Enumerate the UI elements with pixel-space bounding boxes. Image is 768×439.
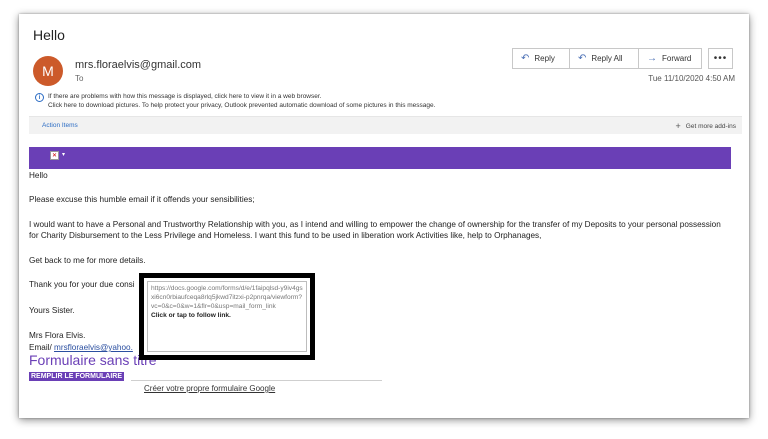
reply-button[interactable]: ↶ Reply bbox=[512, 48, 570, 69]
email-reading-pane: Hello M mrs.floraelvis@gmail.com To ↶ Re… bbox=[19, 14, 749, 418]
broken-image-icon[interactable]: ✕ bbox=[50, 151, 59, 160]
reply-label: Reply bbox=[534, 54, 555, 63]
tooltip-box: https://docs.google.com/forms/d/e/1faipq… bbox=[147, 281, 307, 352]
forward-icon: → bbox=[647, 53, 657, 64]
email-link[interactable]: mrsfloraelvis@yahoo. bbox=[54, 343, 133, 352]
info-icon: i bbox=[35, 93, 44, 102]
form-title[interactable]: Formulaire sans titre bbox=[29, 352, 157, 368]
reply-all-label: Reply All bbox=[591, 54, 623, 63]
body-get-back: Get back to me for more details. bbox=[29, 256, 146, 265]
body-paragraph: I would want to have a Personal and Trus… bbox=[29, 220, 721, 240]
email-subject: Hello bbox=[33, 27, 65, 43]
fill-form-button[interactable]: REMPLIR LE FORMULAIRE bbox=[29, 372, 124, 381]
sender-avatar[interactable]: M bbox=[33, 56, 63, 86]
body-thanks: Thank you for your due consi bbox=[29, 280, 135, 289]
view-in-browser-link[interactable]: If there are problems with how this mess… bbox=[48, 93, 321, 100]
body-signature-name: Mrs Flora Elvis. bbox=[29, 331, 86, 340]
create-form-link[interactable]: Créer votre propre formulaire Google bbox=[144, 384, 275, 393]
get-more-addins-button[interactable]: + Get more add-ins bbox=[676, 121, 736, 131]
body-signoff: Yours Sister. bbox=[29, 306, 75, 315]
body-greeting: Hello bbox=[29, 171, 48, 180]
action-items-link[interactable]: Action Items bbox=[42, 122, 78, 129]
more-actions-button[interactable]: ••• bbox=[708, 48, 733, 69]
email-banner: ✕ ▾ bbox=[29, 147, 731, 169]
download-pictures-link[interactable]: Click here to download pictures. To help… bbox=[48, 102, 435, 109]
image-dropdown-icon: ▾ bbox=[62, 152, 66, 158]
tooltip-hint: Click or tap to follow link. bbox=[151, 312, 231, 319]
reply-all-icon: ↶ bbox=[578, 53, 587, 64]
tooltip-url: https://docs.google.com/forms/d/e/1faipq… bbox=[151, 285, 303, 310]
reply-icon: ↶ bbox=[521, 53, 530, 64]
link-hover-tooltip: https://docs.google.com/forms/d/e/1faipq… bbox=[139, 273, 315, 360]
message-timestamp: Tue 11/10/2020 4:50 AM bbox=[648, 74, 735, 83]
to-label: To bbox=[75, 74, 84, 83]
reply-all-button[interactable]: ↶ Reply All bbox=[570, 48, 639, 69]
plus-icon: + bbox=[675, 121, 681, 131]
forward-button[interactable]: → Forward bbox=[639, 48, 702, 69]
addins-bar: Action Items + Get more add-ins bbox=[29, 116, 742, 134]
email-label: Email/ bbox=[29, 343, 52, 352]
message-actions: ↶ Reply ↶ Reply All → Forward ••• bbox=[512, 48, 733, 69]
body-excuse: Please excuse this humble email if it of… bbox=[29, 195, 255, 204]
form-divider bbox=[131, 380, 382, 381]
sender-address[interactable]: mrs.floraelvis@gmail.com bbox=[75, 59, 201, 71]
get-more-addins-label: Get more add-ins bbox=[685, 122, 736, 130]
forward-label: Forward bbox=[662, 54, 692, 63]
